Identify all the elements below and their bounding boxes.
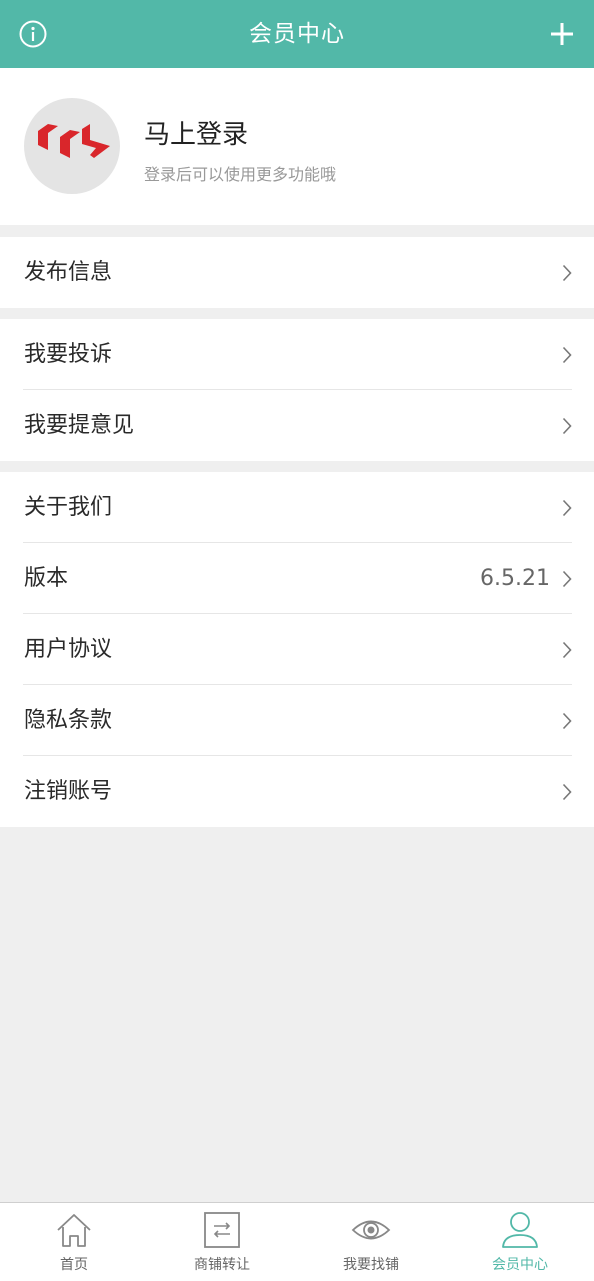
profile-card[interactable]: 马上登录 登录后可以使用更多功能哦: [0, 68, 594, 225]
menu-item-label: 我要提意见: [24, 413, 135, 438]
login-link[interactable]: 马上登录: [144, 114, 248, 151]
header-bar: 会员中心: [0, 0, 594, 68]
tab-label: 会员中心: [492, 1257, 548, 1273]
plus-icon[interactable]: [550, 22, 574, 46]
menu-item-about-us[interactable]: 关于我们: [0, 472, 594, 543]
menu-item-publish-info[interactable]: 发布信息: [0, 237, 594, 308]
menu-item-label: 注销账号: [24, 779, 113, 804]
version-value: 6.5.21: [480, 566, 550, 591]
home-icon: [57, 1214, 91, 1247]
logo-icon: [38, 124, 110, 158]
menu-group-about: 关于我们 版本 6.5.21 用户协议 隐私条款 注销账号: [0, 472, 594, 827]
menu-group-feedback: 我要投诉 我要提意见: [0, 319, 594, 461]
tab-member-center[interactable]: 会员中心: [446, 1203, 594, 1281]
tab-shop-transfer[interactable]: 商铺转让: [148, 1203, 296, 1281]
chevron-right-icon: [562, 499, 572, 517]
chevron-right-icon: [562, 346, 572, 364]
chevron-right-icon: [562, 417, 572, 435]
menu-item-version[interactable]: 版本 6.5.21: [0, 543, 594, 614]
tab-label: 首页: [60, 1257, 88, 1273]
menu-item-delete-account[interactable]: 注销账号: [0, 756, 594, 827]
chevron-right-icon: [562, 712, 572, 730]
chevron-right-icon: [562, 264, 572, 282]
chevron-right-icon: [562, 641, 572, 659]
menu-item-privacy[interactable]: 隐私条款: [0, 685, 594, 756]
tab-home[interactable]: 首页: [0, 1203, 148, 1281]
eye-icon: [351, 1220, 391, 1240]
tab-label: 商铺转让: [194, 1257, 250, 1273]
menu-item-label: 隐私条款: [24, 708, 113, 733]
transfer-icon: [204, 1212, 240, 1248]
login-hint: 登录后可以使用更多功能哦: [144, 165, 337, 184]
menu-item-label: 关于我们: [24, 495, 113, 520]
tab-find-shop[interactable]: 我要找铺: [297, 1203, 445, 1281]
menu-item-label: 版本: [24, 566, 69, 591]
menu-item-suggestion[interactable]: 我要提意见: [0, 390, 594, 461]
menu-item-label: 我要投诉: [24, 342, 113, 367]
page-title: 会员中心: [249, 21, 345, 47]
bottom-tab-bar: 首页 商铺转让 我要找铺 会员中心: [0, 1202, 594, 1281]
menu-item-label: 发布信息: [24, 260, 113, 285]
chevron-right-icon: [562, 570, 572, 588]
chevron-right-icon: [562, 783, 572, 801]
menu-item-user-agreement[interactable]: 用户协议: [0, 614, 594, 685]
user-icon: [502, 1212, 538, 1248]
menu-item-label: 用户协议: [24, 637, 113, 662]
avatar[interactable]: [24, 98, 120, 194]
tab-label: 我要找铺: [343, 1257, 399, 1273]
menu-item-complaint[interactable]: 我要投诉: [0, 319, 594, 390]
menu-group-publish: 发布信息: [0, 237, 594, 308]
